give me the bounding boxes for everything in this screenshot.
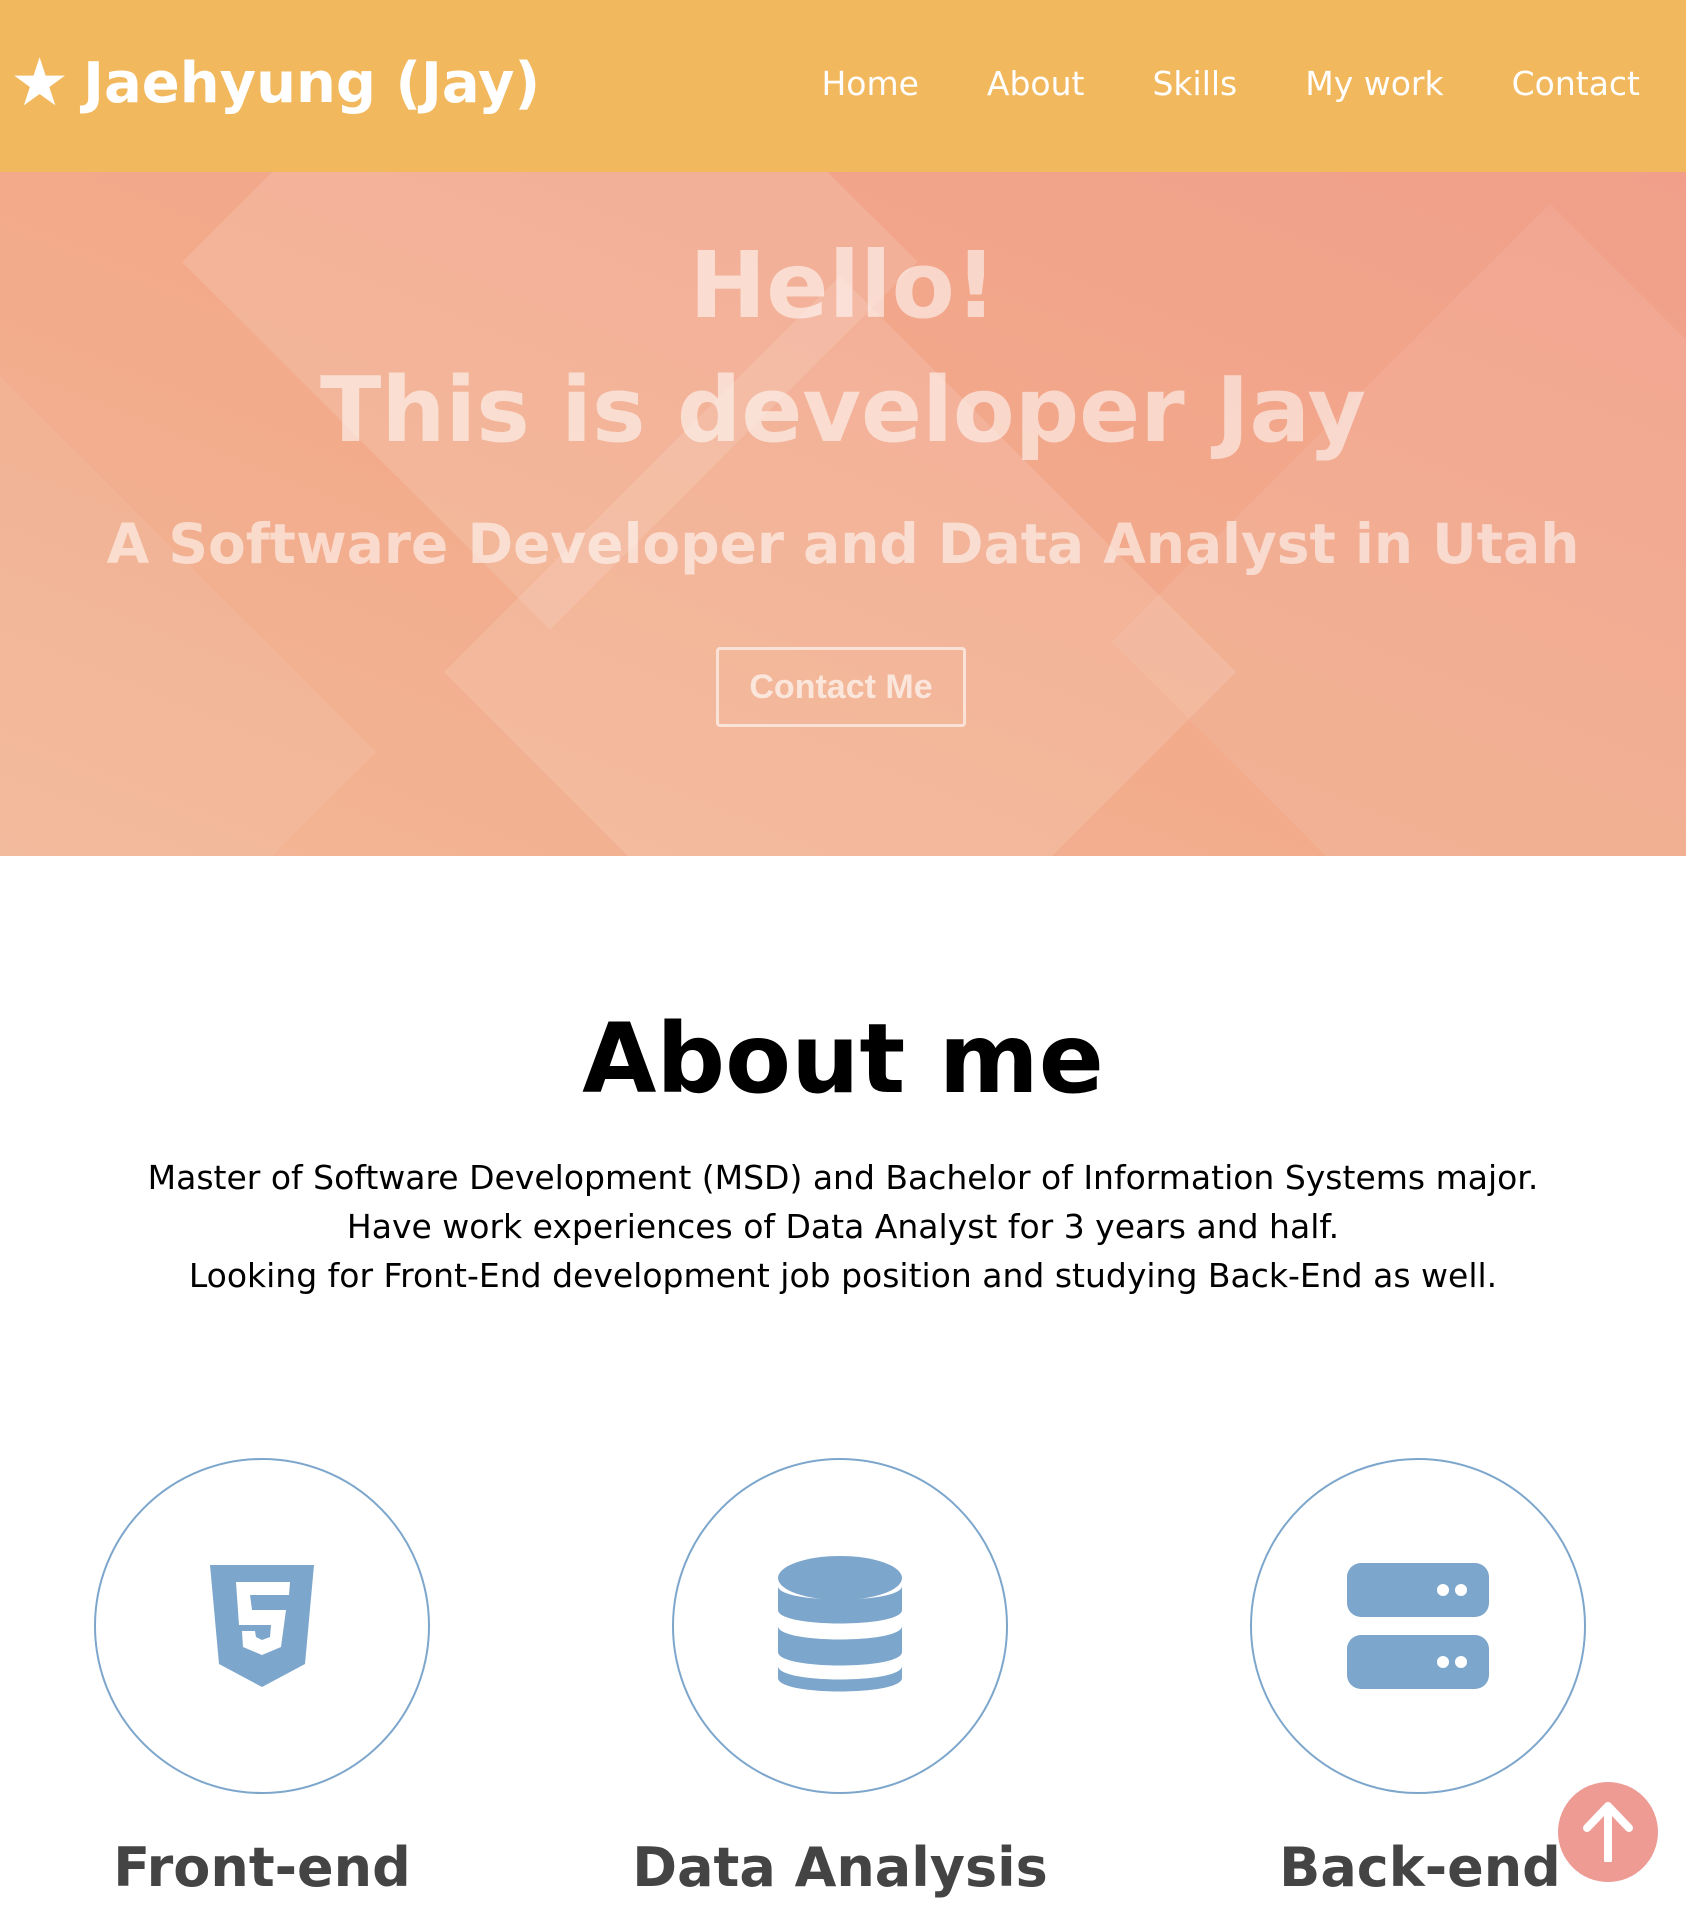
skill-circle-data-analysis [672, 1458, 1008, 1794]
skill-circle-front-end [94, 1458, 430, 1794]
navbar: ★ Jaehyung (Jay) Home About Skills My wo… [0, 0, 1686, 172]
about-line: Master of Software Development (MSD) and… [147, 1158, 1539, 1197]
nav-item-skills[interactable]: Skills [1152, 64, 1237, 103]
contact-me-button[interactable]: Contact Me [716, 647, 966, 727]
nav-item-about[interactable]: About [987, 64, 1085, 103]
about-line: Looking for Front-End development job po… [188, 1256, 1498, 1295]
about-description: Master of Software Development (MSD) and… [0, 1153, 1686, 1300]
hero-title-line2: This is developer Jay [319, 358, 1367, 463]
database-icon [778, 1556, 902, 1692]
arrow-up-icon [1583, 1802, 1633, 1862]
skill-title-data-analysis: Data Analysis [632, 1836, 1048, 1899]
about-line: Have work experiences of Data Analyst fo… [346, 1207, 1340, 1246]
logo[interactable]: ★ Jaehyung (Jay) [10, 50, 540, 116]
logo-text: Jaehyung (Jay) [83, 50, 541, 116]
scroll-to-top-button[interactable] [1558, 1782, 1658, 1882]
nav-item-my-work[interactable]: My work [1305, 64, 1443, 103]
skill-title-front-end: Front-end [113, 1836, 411, 1899]
skill-circle-back-end [1250, 1458, 1586, 1794]
html5-icon [210, 1565, 314, 1687]
star-icon: ★ [10, 44, 70, 121]
hero-subtitle: A Software Developer and Data Analyst in… [106, 512, 1580, 576]
nav-menu: Home About Skills My work Contact [821, 64, 1640, 103]
server-icon [1347, 1563, 1489, 1689]
nav-item-home[interactable]: Home [821, 64, 918, 103]
nav-item-contact[interactable]: Contact [1512, 64, 1640, 103]
hero-title-line1: Hello! [689, 232, 997, 339]
about-title: About me [582, 1003, 1104, 1115]
hero-section: Hello! This is developer Jay A Software … [0, 172, 1686, 856]
